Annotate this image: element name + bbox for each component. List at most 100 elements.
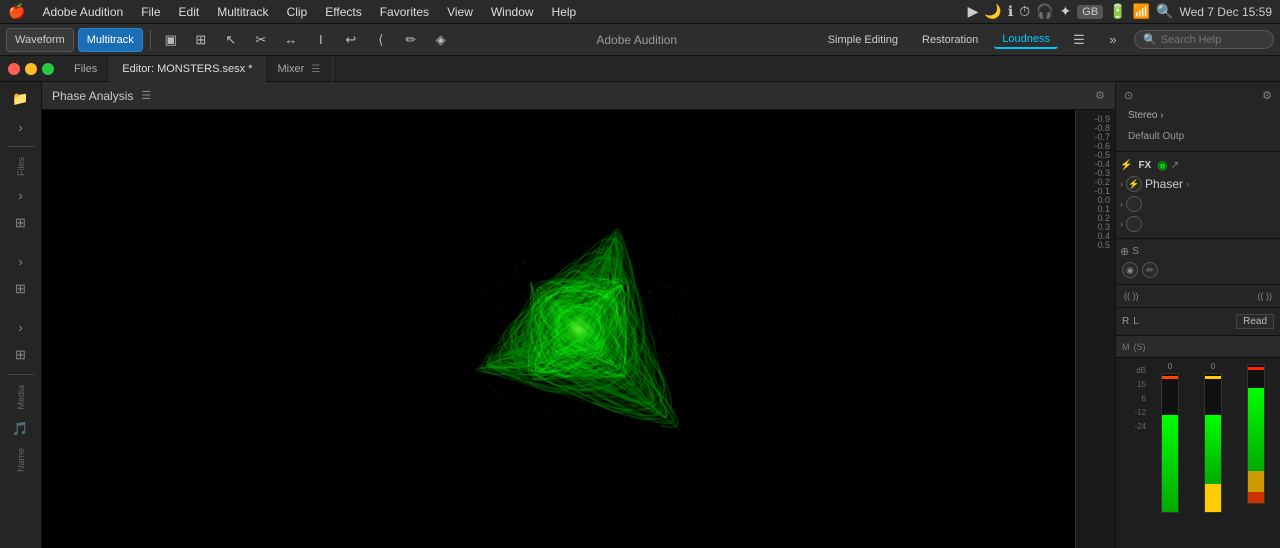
menu-help[interactable]: Help [545,3,584,21]
menu-app[interactable]: Adobe Audition [35,3,130,21]
mixer-menu-icon[interactable]: ☰ [311,64,320,75]
meter-m-label: M [1122,342,1130,352]
left-channel-meter: 0 [1150,362,1190,513]
send-row: ⊕ S [1120,243,1276,260]
surround-right[interactable]: (( )) [1258,291,1273,301]
left-track-2[interactable]: › [4,248,38,274]
right-channel-level: 0 [1211,362,1215,371]
effect3-power[interactable] [1126,216,1142,232]
effect1-power[interactable]: ⚡ [1126,176,1142,192]
effect3-collapse[interactable]: › [1120,219,1123,229]
razor-tool[interactable]: ✂ [248,28,274,52]
left-media-btn[interactable]: 🎵 [4,416,38,442]
panner-row: (( )) (( )) [1120,289,1276,303]
effect1-collapse[interactable]: › [1120,179,1123,189]
left-panel: 📁 › Files › ⊞ › ⊞ › ⊞ Media 🎵 Name [0,82,42,548]
media-label: Media [16,385,26,410]
maximize-button[interactable] [42,63,54,75]
settings-icon-right: ⚙ [1262,89,1272,102]
send-icon[interactable]: ⊕ [1120,245,1129,258]
monitor-icon[interactable]: ▣ [158,28,184,52]
name-label: Name [16,448,26,472]
fx-power-icon[interactable]: ◉ [1157,158,1167,172]
slip-tool[interactable]: ⟨ [368,28,394,52]
phase-canvas [42,110,1115,548]
left-track-4[interactable]: › [4,314,38,340]
s-label: S [1132,246,1139,257]
surround-left[interactable]: (( )) [1124,291,1139,301]
info-icon: ℹ [1008,3,1013,20]
undo-tool[interactable]: ↩ [338,28,364,52]
read-select[interactable]: Read [1236,314,1274,329]
workspace-restoration[interactable]: Restoration [914,32,986,48]
menu-edit[interactable]: Edit [172,3,207,21]
window-controls [0,63,62,75]
left-bar-green [1162,415,1178,512]
expand-workspaces-icon[interactable]: » [1100,28,1126,52]
menu-favorites[interactable]: Favorites [373,3,436,21]
close-button[interactable] [8,63,20,75]
effect-row-empty1: › [1120,194,1276,214]
cursor-tool[interactable]: I [308,28,334,52]
phaser-label: Phaser [1145,177,1183,191]
waveform-button[interactable]: Waveform [6,28,74,52]
account-badge[interactable]: GB [1077,5,1103,19]
fx-arrow-icon[interactable]: ⚡ [1120,160,1132,171]
tab-files[interactable]: Files [62,56,110,82]
left-track-5[interactable]: ⊞ [4,342,38,368]
time-select-tool[interactable]: ↔ [278,28,304,52]
meters-section: M (S) dB 15 6 -12 -24 0 [1116,336,1280,548]
menu-multitrack[interactable]: Multitrack [210,3,275,21]
right-peak [1205,376,1221,379]
tab-mixer[interactable]: Mixer ☰ [265,56,333,82]
search-icon: 🔍 [1143,33,1157,46]
menu-clip[interactable]: Clip [280,3,315,21]
menu-window[interactable]: Window [484,3,541,21]
left-track-3[interactable]: ⊞ [4,276,38,302]
toolbar: Waveform Multitrack ▣ ⊞ ↖ ✂ ↔ I ↩ ⟨ ✏ ◈ … [0,24,1280,56]
left-sep-2 [7,374,35,375]
automation-r: R [1122,316,1129,327]
paint-tool[interactable]: ◈ [428,28,454,52]
phase-menu-icon[interactable]: ☰ [141,89,151,102]
grid-icon[interactable]: ⊞ [188,28,214,52]
left-track-1[interactable]: ⊞ [4,210,38,236]
search-input[interactable] [1161,34,1271,46]
effect1-expand[interactable]: › [1186,179,1189,189]
editor-tab-label: Editor: MONSTERS.sesx * [122,63,252,75]
fx-send-icon[interactable]: ↗ [1171,160,1179,171]
minimize-button[interactable] [25,63,37,75]
pen-tool[interactable]: ✏ [398,28,424,52]
phase-settings-icon[interactable]: ⚙ [1095,89,1105,102]
menu-file[interactable]: File [134,3,167,21]
menu-effects[interactable]: Effects [318,3,368,21]
menu-view[interactable]: View [440,3,480,21]
effect2-collapse[interactable]: › [1120,199,1123,209]
panner-section: (( )) (( )) [1116,285,1280,308]
left-arrow-up[interactable]: › [4,182,38,208]
left-bar-container [1161,373,1179,513]
workspace-simple-editing[interactable]: Simple Editing [820,32,906,48]
refresh-icon: ⊙ [1124,89,1133,102]
apple-icon[interactable]: 🍎 [8,3,25,20]
phase-scale: -0.9 -0.8 -0.7 -0.6 -0.5 -0.4 -0.3 -0.2 … [1075,110,1115,548]
play-icon[interactable]: ▶ [968,3,979,20]
wifi-icon: 📶 [1133,3,1150,20]
channel-section: ⊙ ⚙ Stereo › Default Outp [1116,82,1280,152]
workspace-menu-icon[interactable]: ☰ [1066,28,1092,52]
left-panel-down[interactable]: › [4,114,38,140]
tab-editor[interactable]: Editor: MONSTERS.sesx * [110,56,265,82]
vu-scale: dB 15 6 -12 -24 [1120,362,1148,434]
multitrack-button[interactable]: Multitrack [78,28,143,52]
workspace-loudness[interactable]: Loudness [994,31,1058,49]
pencil-btn[interactable]: ✏ [1142,262,1158,278]
effect2-power[interactable] [1126,196,1142,212]
timer-icon: ⏱ [1019,3,1030,20]
output-peak [1248,367,1264,370]
main-power-btn[interactable]: ◉ [1122,262,1138,278]
menu-bar: 🍎 Adobe Audition File Edit Multitrack Cl… [0,0,1280,24]
left-panel-folder[interactable]: 📁 [4,86,38,112]
scale-db: dB [1120,364,1146,378]
scale-neg12: -12 [1120,406,1146,420]
select-tool[interactable]: ↖ [218,28,244,52]
